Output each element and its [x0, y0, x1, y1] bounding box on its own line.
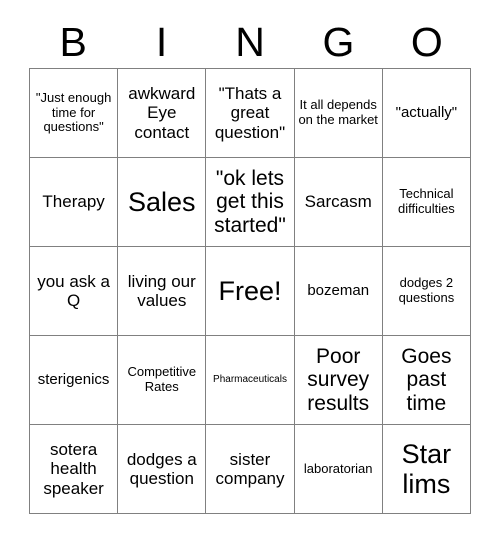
bingo-cell[interactable]: you ask a Q	[30, 247, 119, 336]
bingo-cell[interactable]: "Just enough time for questions"	[30, 69, 119, 158]
bingo-cell-label: Poor survey results	[307, 344, 370, 415]
bingo-header-letter-2: N	[235, 18, 265, 65]
bingo-cell[interactable]: Sarcasm	[294, 158, 383, 247]
bingo-cell-label: Sales	[128, 186, 196, 217]
bingo-cell-label: awkward Eye contact	[128, 84, 196, 142]
bingo-cell-label: dodges a question	[126, 449, 197, 488]
bingo-cell[interactable]: "Thats a great question"	[206, 69, 295, 158]
bingo-cell-label: sterigenics	[37, 370, 110, 388]
bingo-cell-label: Competitive Rates	[127, 364, 197, 394]
bingo-cell[interactable]: "actually"	[382, 69, 471, 158]
bingo-header-letter-3: G	[322, 18, 355, 65]
bingo-cell[interactable]: Free!	[206, 247, 295, 336]
bingo-cell-label: "Thats a great question"	[214, 84, 286, 142]
bingo-cell-label: "actually"	[395, 103, 458, 121]
bingo-cell-label: Technical difficulties	[397, 186, 455, 216]
bingo-cell[interactable]: Competitive Rates	[118, 336, 207, 425]
bingo-cell-label: sister company	[215, 449, 285, 488]
bingo-cell-label: Therapy	[42, 192, 105, 212]
bingo-grid: "Just enough time for questions" awkward …	[29, 68, 471, 514]
bingo-cell[interactable]: laboratorian	[294, 425, 383, 514]
bingo-cell[interactable]: Sales	[118, 158, 207, 247]
bingo-header-letter-1: I	[155, 18, 168, 65]
bingo-cell[interactable]: dodges a question	[118, 425, 207, 514]
bingo-cell[interactable]: Technical difficulties	[382, 158, 471, 247]
bingo-cell[interactable]: awkward Eye contact	[118, 69, 207, 158]
bingo-cell[interactable]: "ok lets get this started"	[206, 158, 295, 247]
bingo-cell[interactable]: living our values	[118, 247, 207, 336]
bingo-header-letter-0: B	[59, 18, 87, 65]
bingo-header: BINGO	[29, 16, 471, 68]
bingo-cell[interactable]: sterigenics	[30, 336, 119, 425]
bingo-cell-label: Pharmaceuticals	[213, 374, 287, 386]
bingo-cell-label: sotera health speaker	[43, 440, 104, 498]
bingo-cell-label: "Just enough time for questions"	[35, 90, 112, 135]
bingo-cell-label: Goes past time	[401, 344, 452, 415]
bingo-cell[interactable]: dodges 2 questions	[382, 247, 471, 336]
bingo-cell[interactable]: Goes past time	[382, 336, 471, 425]
bingo-cell-label: living our values	[127, 271, 196, 310]
bingo-cell-label: "ok lets get this started"	[214, 166, 286, 237]
bingo-cell-label: Sarcasm	[304, 192, 372, 212]
bingo-cell-label: you ask a Q	[37, 271, 110, 310]
bingo-cell[interactable]: sotera health speaker	[30, 425, 119, 514]
bingo-card: B I N G O "Just enough time for questions" aw…	[0, 0, 500, 544]
bingo-cell[interactable]: Star lims	[382, 425, 471, 514]
bingo-cell-label: bozeman	[307, 281, 370, 299]
bingo-cell-label: Star lims	[401, 438, 452, 499]
bingo-cell-label: dodges 2 questions	[398, 275, 455, 305]
bingo-header-letter-4: O	[410, 18, 443, 65]
bingo-cell-label: It all depends on the market	[298, 97, 378, 127]
bingo-cell[interactable]: It all depends on the market	[294, 69, 383, 158]
bingo-cell[interactable]: Therapy	[30, 158, 119, 247]
bingo-cell[interactable]: sister company	[206, 425, 295, 514]
bingo-cell[interactable]: Pharmaceuticals	[206, 336, 295, 425]
bingo-cell-label: laboratorian	[303, 460, 373, 476]
bingo-cell[interactable]: bozeman	[294, 247, 383, 336]
bingo-cell[interactable]: Poor survey results	[294, 336, 383, 425]
bingo-cell-label: Free!	[218, 275, 282, 306]
